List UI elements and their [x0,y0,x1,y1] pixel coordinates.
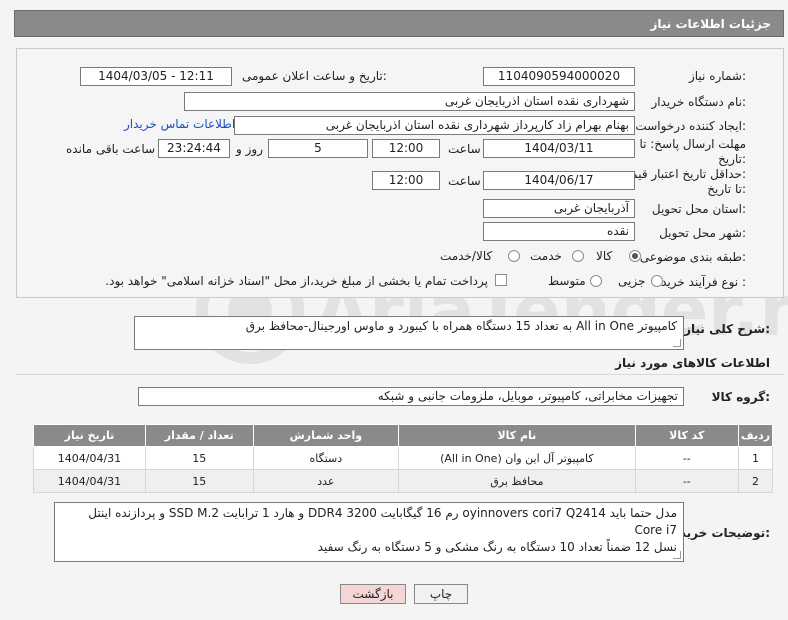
resize-handle[interactable] [673,551,681,559]
creator-label: ایجاد کننده درخواست: [635,119,746,133]
cell-date: 1404/04/31 [33,469,146,493]
cell-qty: 15 [144,446,254,470]
need-number-label: شماره نیاز: [688,69,746,83]
cell-unit: دستگاه [252,446,400,470]
cell-code: -- [634,446,740,470]
category-both-label: کالا/خدمت [440,249,493,263]
need-number-field: 1104090594000020 [483,67,635,86]
page-title: جزئیات اطلاعات نیاز [650,16,771,31]
resize-handle[interactable] [673,339,681,347]
category-service-label: خدمت [530,249,562,263]
deadline-label: مهلت ارسال پاسخ: تا [639,137,746,151]
summary-label: شرح کلی نیاز: [684,322,770,336]
buyer-contact-link[interactable]: اطلاعات تماس خریدار [124,117,235,131]
category-service-radio[interactable] [572,250,584,262]
goods-section-title: اطلاعات کالاهای مورد نیاز [615,356,770,370]
goods-table: ردیف کد کالا نام کالا واحد شمارش تعداد /… [33,424,773,493]
validity-time-field: 12:00 [372,171,440,190]
process-minor-label: جزیی [618,274,646,288]
deadline-date-field: 1404/03/11 [483,139,635,158]
print-button[interactable]: چاپ [414,584,468,604]
deadline-time-label: ساعت [448,142,481,156]
col-code: کد کالا [634,424,740,447]
remaining-time-field: 23:24:44 [158,139,230,158]
goods-group-field: تجهیزات مخابراتی، کامپیوتر، موبایل، ملزو… [138,387,684,406]
validity-date-field: 1404/06/17 [483,171,635,190]
table-header-row: ردیف کد کالا نام کالا واحد شمارش تعداد /… [33,424,773,447]
days-field: 5 [268,139,368,158]
col-qty: تعداد / مقدار [144,424,254,447]
cell-qty: 15 [144,469,254,493]
section-divider [16,374,784,375]
col-date: تاریخ نیاز [33,424,146,447]
validity-time-label: ساعت [448,174,481,188]
province-label: استان محل تحویل: [651,202,746,216]
cell-unit: عدد [252,469,400,493]
category-goods-label: کالا [596,249,613,263]
treasury-payment-checkbox[interactable] [495,274,507,286]
cell-name: کامپیوتر آل این وان (All in One) [398,446,636,470]
buyer-notes-line-2: نسل 12 ضمناً تعداد 10 دستگاه به رنگ مشکی… [317,540,677,554]
back-button[interactable]: بازگشت [340,584,406,604]
col-unit: واحد شمارش [252,424,400,447]
validity-label: حداقل تاریخ اعتبار قیمت: [619,167,746,181]
deadline-label-date: تاریخ: [718,152,746,166]
col-row: ردیف [738,424,773,447]
cell-code: -- [634,469,740,493]
province-field: آذربایجان غربی [483,199,635,218]
days-label: روز و [236,142,263,156]
col-name: نام کالا [398,424,636,447]
page-header: جزئیات اطلاعات نیاز [14,10,784,37]
cell-row: 1 [738,446,773,470]
category-both-radio[interactable] [508,250,520,262]
summary-textarea: کامپیوتر All in One به تعداد 15 دستگاه ه… [134,316,684,350]
remaining-label: ساعت باقی مانده [66,142,156,156]
buyer-org-field: شهرداری نقده استان اذربایجان غربی [184,92,635,111]
process-minor-radio[interactable] [651,275,663,287]
process-medium-label: متوسط [548,274,586,288]
cell-date: 1404/04/31 [33,446,146,470]
goods-group-label: گروه کالا: [711,390,770,404]
table-row: 2 -- محافظ برق عدد 15 1404/04/31 [33,469,773,493]
creator-field: بهنام بهرام زاد کارپرداز شهرداری نقده اس… [234,116,635,135]
cell-row: 2 [738,469,773,493]
treasury-payment-note: پرداخت تمام یا بخشی از مبلغ خرید،از محل … [105,274,488,288]
buyer-org-label: نام دستگاه خریدار: [651,95,747,109]
city-field: نقده [483,222,635,241]
announce-date-field: 1404/03/05 - 12:11 [80,67,232,86]
announce-date-label: تاریخ و ساعت اعلان عمومی: [242,69,387,83]
deadline-time-field: 12:00 [372,139,440,158]
city-label: شهر محل تحویل: [659,226,746,240]
process-label: نوع فرآیند خرید : [661,275,746,289]
table-row: 1 -- کامپیوتر آل این وان (All in One) دس… [33,446,773,470]
buyer-notes-line-1: مدل حتما باید oyinnovers cori7 Q2414 رم … [88,506,677,537]
cell-name: محافظ برق [398,469,636,493]
category-goods-radio[interactable] [629,250,641,262]
process-medium-radio[interactable] [590,275,602,287]
validity-label-date: تا تاریخ: [707,182,746,196]
buyer-notes-textarea: مدل حتما باید oyinnovers cori7 Q2414 رم … [54,502,684,562]
summary-text: کامپیوتر All in One به تعداد 15 دستگاه ه… [245,319,677,333]
category-label: طبقه بندی موضوعی: [639,250,746,264]
